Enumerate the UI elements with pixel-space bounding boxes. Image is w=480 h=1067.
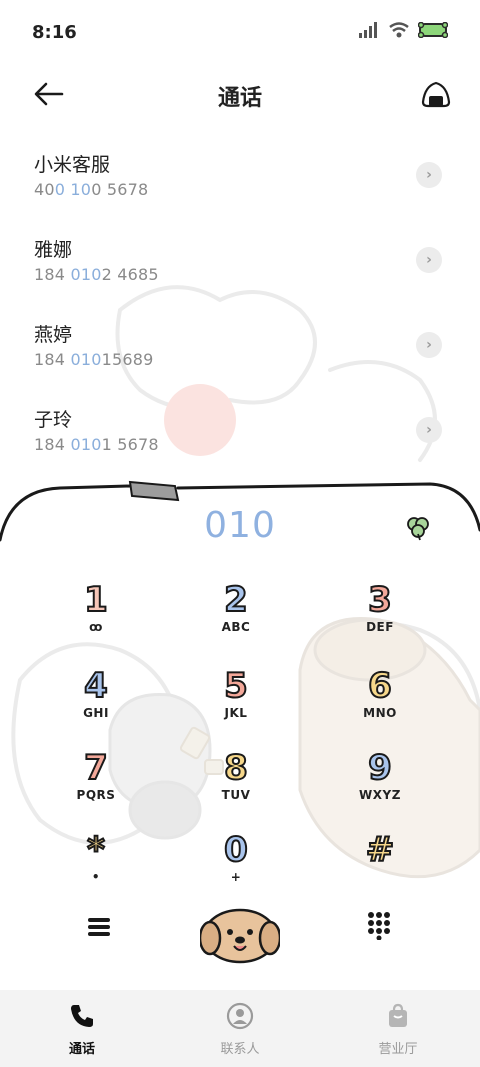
contact-number: 400 100 5678 (34, 180, 149, 199)
call-item[interactable]: 燕婷 184 01015689 › (0, 308, 480, 393)
app-header: 通话 (0, 66, 480, 126)
key-letters: TUV (221, 788, 251, 802)
key-letters: PQRS (76, 788, 116, 802)
key-7[interactable]: 7 PQRS (36, 747, 156, 818)
tab-label: 通话 (68, 1042, 95, 1057)
key-8[interactable]: 8 TUV (176, 747, 296, 818)
key-letters: DEF (366, 620, 394, 634)
contact-name: 雅娜 (34, 239, 73, 261)
key-6[interactable]: 6 MNO (320, 665, 440, 736)
signal-icon (359, 22, 377, 38)
phone-icon (71, 1005, 93, 1027)
key-digit: * (86, 829, 106, 871)
key-letters: • (91, 870, 101, 884)
key-digit: 4 (83, 665, 109, 707)
key-digit: 1 (83, 579, 109, 621)
key-digit: # (365, 829, 396, 871)
chevron-right-icon[interactable]: › (416, 417, 442, 443)
key-digit: 3 (367, 579, 393, 621)
chevron-right-icon[interactable]: › (416, 332, 442, 358)
bag-icon (389, 1003, 407, 1027)
voicemail-icon: ꝏ (89, 620, 103, 634)
contact-name: 子玲 (34, 409, 73, 431)
key-2[interactable]: 2 ABC (176, 579, 296, 650)
key-digit: 9 (367, 747, 393, 789)
status-bar: 8:16 (0, 0, 480, 66)
battery-icon (418, 22, 448, 38)
contact-name: 小米客服 (34, 154, 111, 176)
tab-calls[interactable]: 通话 (2, 990, 162, 1067)
key-star[interactable]: * • (36, 829, 156, 900)
key-letters: GHI (83, 706, 109, 720)
call-list: 小米客服 400 100 5678 › 雅娜 184 0102 4685 › 燕… (0, 138, 480, 478)
contact-number: 184 0101 5678 (34, 435, 159, 454)
key-digit: 8 (223, 747, 249, 789)
call-item[interactable]: 雅娜 184 0102 4685 › (0, 223, 480, 308)
menu-icon[interactable] (84, 912, 114, 942)
status-icons (358, 22, 448, 38)
key-4[interactable]: 4 GHI (36, 665, 156, 736)
dialer-controls (0, 900, 480, 980)
contact-number: 184 0102 4685 (34, 265, 159, 284)
clover-icon[interactable] (404, 514, 432, 542)
key-5[interactable]: 5 JKL (176, 665, 296, 736)
tab-contacts[interactable]: 联系人 (160, 990, 320, 1067)
rice-ball-icon[interactable] (420, 78, 452, 110)
contact-name: 燕婷 (34, 324, 73, 346)
bottom-tab-bar: 通话 联系人 营业厅 (0, 990, 480, 1067)
key-hash[interactable]: # (320, 829, 440, 900)
key-letters: + (230, 870, 242, 884)
tab-service-hall[interactable]: 营业厅 (318, 990, 478, 1067)
chevron-right-icon[interactable]: › (416, 162, 442, 188)
call-item[interactable]: 小米客服 400 100 5678 › (0, 138, 480, 223)
contact-icon (226, 1002, 254, 1030)
call-button-dog-icon[interactable] (200, 900, 280, 966)
status-time: 8:16 (32, 22, 77, 43)
wifi-icon (389, 22, 409, 38)
key-digit: 6 (367, 665, 393, 707)
tab-label: 联系人 (220, 1042, 260, 1057)
key-9[interactable]: 9 WXYZ (320, 747, 440, 818)
key-digit: 7 (83, 747, 109, 789)
key-letters: WXYZ (359, 788, 401, 802)
chevron-right-icon[interactable]: › (416, 247, 442, 273)
key-digit: 2 (223, 579, 249, 621)
key-0[interactable]: 0 + (176, 829, 296, 900)
key-letters: JKL (224, 706, 248, 720)
dialpad-grid-icon[interactable] (364, 910, 394, 940)
key-digit: 5 (223, 665, 249, 707)
contact-number: 184 01015689 (34, 350, 154, 369)
key-letters: MNO (363, 706, 397, 720)
call-item[interactable]: 子玲 184 0101 5678 › (0, 393, 480, 478)
key-letters: ABC (221, 620, 251, 634)
key-3[interactable]: 3 DEF (320, 579, 440, 650)
key-1[interactable]: 1 ꝏ (36, 579, 156, 650)
key-digit: 0 (223, 829, 249, 871)
page-title: 通话 (217, 86, 262, 111)
tab-label: 营业厅 (378, 1042, 418, 1057)
